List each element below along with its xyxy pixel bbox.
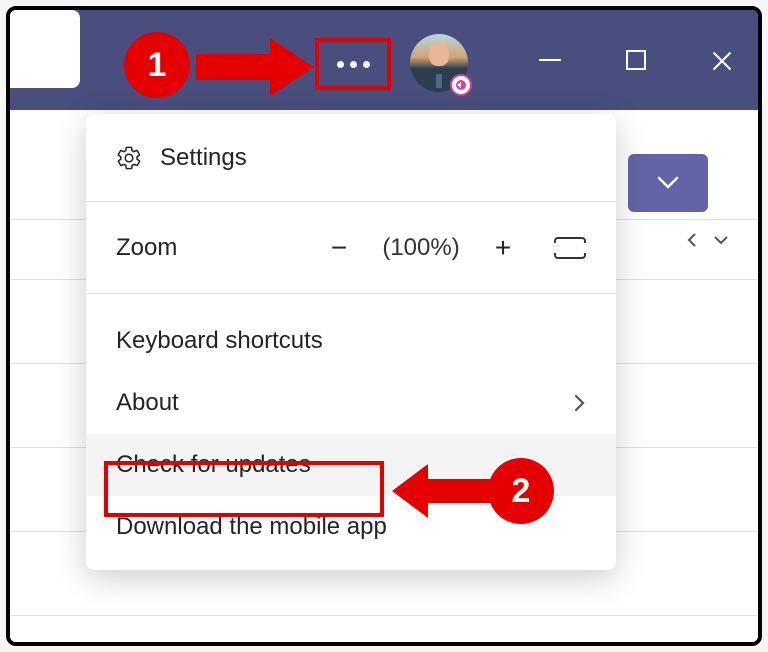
chevron-down-icon[interactable] xyxy=(712,234,730,246)
close-button[interactable] xyxy=(706,44,738,76)
fullscreen-icon[interactable] xyxy=(554,237,586,259)
menu-item-keyboard-shortcuts[interactable]: Keyboard shortcuts xyxy=(86,310,616,372)
zoom-value: (100%) xyxy=(378,234,464,262)
menu-item-about[interactable]: About xyxy=(86,372,616,434)
menu-item-zoom: Zoom − (100%) + xyxy=(86,202,616,294)
presence-status-icon xyxy=(450,74,472,96)
window-controls xyxy=(534,10,738,110)
zoom-label: Zoom xyxy=(116,234,177,262)
chevron-left-icon[interactable] xyxy=(686,232,698,248)
nav-chevrons xyxy=(686,232,730,248)
menu-item-label: About xyxy=(116,389,179,417)
settings-label: Settings xyxy=(160,144,247,172)
minimize-button[interactable] xyxy=(534,44,566,76)
titlebar xyxy=(10,10,758,110)
annotation-badge-1: 1 xyxy=(124,32,190,98)
dot-icon xyxy=(350,61,357,68)
menu-item-label: Download the mobile app xyxy=(116,513,387,541)
chevron-right-icon xyxy=(572,393,586,413)
maximize-button[interactable] xyxy=(620,44,652,76)
dot-icon xyxy=(363,61,370,68)
menu-item-label: Check for updates xyxy=(116,451,311,479)
zoom-in-button[interactable]: + xyxy=(482,232,524,264)
white-tab xyxy=(10,10,80,88)
app-frame: Settings Zoom − (100%) + Keyboard shortc… xyxy=(6,6,762,646)
more-options-button[interactable] xyxy=(318,40,388,88)
menu-item-settings[interactable]: Settings xyxy=(86,114,616,202)
annotation-arrow-2 xyxy=(392,464,492,518)
dot-icon xyxy=(337,61,344,68)
menu-list: Keyboard shortcuts About Check for updat… xyxy=(86,294,616,570)
menu-item-label: Keyboard shortcuts xyxy=(116,327,323,355)
dropdown-button[interactable] xyxy=(628,154,708,212)
zoom-out-button[interactable]: − xyxy=(318,232,360,264)
gear-icon xyxy=(116,145,142,171)
annotation-badge-2: 2 xyxy=(488,458,554,524)
annotation-arrow-1 xyxy=(196,38,316,96)
